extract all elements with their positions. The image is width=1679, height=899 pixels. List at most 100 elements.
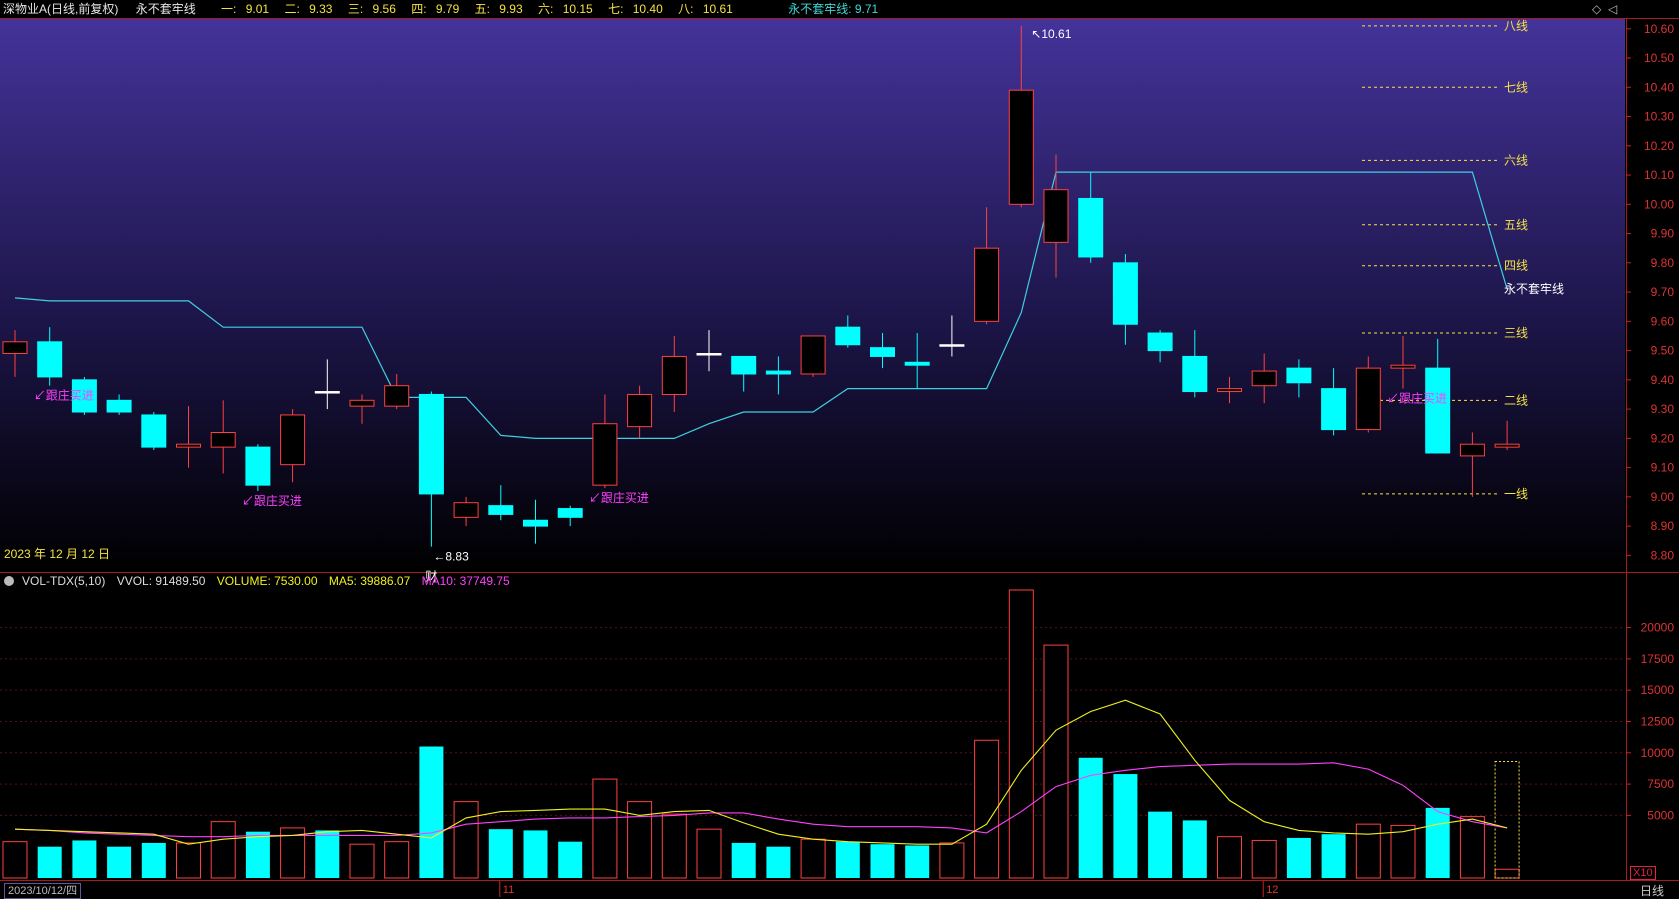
month-label: 12 [1266,884,1278,896]
candle-body [210,432,236,448]
price-tick-label: 9.10 [1651,461,1675,475]
frame-bottom [0,880,1679,881]
volume-bar [72,840,97,878]
candle-body [974,247,1000,322]
candle-body [731,355,757,375]
volume-bar [2,841,28,879]
volume-bar [1286,837,1311,878]
price-tick-label: 9.50 [1651,344,1675,358]
volume-tick-label: 5000 [1647,808,1674,822]
volume-bar [661,813,687,879]
volume-bar [523,830,548,878]
vvol-value: VVOL: 91489.50 [116,574,206,588]
price-tick-label: 9.30 [1651,402,1675,416]
max-price-label: ↖10.61 [1031,27,1071,41]
price-tick-label: 9.60 [1651,314,1675,328]
level-line-label: 四线 [1504,259,1528,273]
candle-body [557,508,583,518]
scale-badge[interactable]: X10 [1630,866,1656,880]
volume-indicator-name[interactable]: VOL-TDX(5,10) [22,574,105,588]
candle-body [280,414,306,466]
stock-chart-window: 深物业A(日线,前复权) 永不套牢线 一: 9.01 二: 9.33 三: 9.… [0,0,1679,899]
volume-bar [1251,839,1277,879]
candle-body [314,391,340,394]
candle-body [1112,262,1138,325]
volume-bar [731,842,756,878]
settings-icon[interactable] [4,576,14,586]
volume-bar [141,842,166,878]
candle-body [141,414,167,448]
candle-body [349,399,375,407]
candle-body [1182,355,1208,393]
volume-bar [1217,836,1242,879]
volume-bar [1321,834,1346,878]
candle-body [1008,89,1034,205]
volume-bar [488,829,513,878]
price-tick-label: 10.30 [1644,110,1674,124]
volume-header: VOL-TDX(5,10) VVOL: 91489.50 VOLUME: 753… [0,573,518,589]
price-tick-label: 9.40 [1651,373,1675,387]
candle-body [1078,197,1104,258]
buy-signal-label: ↙跟庄买进 [242,493,302,508]
ma10-line [14,762,1508,838]
candle-body [1251,370,1277,387]
candle-body [106,399,132,413]
candle-body [1425,367,1451,454]
volume-bar [1390,824,1416,879]
chart-canvas[interactable]: 10.60 10.50 10.40 10.30 10.20 10.10 10.00 9.90 9… [0,0,1679,897]
candle [245,444,271,492]
candle-body [661,355,687,395]
candle [1355,356,1381,433]
candle-body [1355,367,1381,431]
candle-body [835,326,861,346]
candle-body [592,423,618,486]
volume-tick-label: 7500 [1647,777,1674,791]
volume-bar [1355,823,1381,879]
candle-body [696,353,722,356]
volume-bar [210,821,236,879]
candle-body [1321,388,1347,431]
price-tick-label: 8.90 [1651,519,1675,533]
volume-bar [974,739,1000,879]
candle-body [418,393,444,495]
volume-value: VOLUME: 7530.00 [216,574,318,588]
price-tick-label: 10.10 [1644,168,1674,182]
candle-body [523,519,548,527]
candle-body [1286,367,1312,384]
candle-body [37,341,63,378]
candle-body [245,446,271,486]
volume-bar [1459,816,1485,879]
volume-bar [592,778,618,879]
level-line-label: 一线 [1504,487,1528,501]
yb-line-label: 永不套牢线 [1504,281,1564,296]
price-tick-label: 9.80 [1651,256,1675,270]
candle [141,412,167,451]
volume-tick-label: 10000 [1641,746,1675,760]
volume-bar [37,846,62,878]
volume-bar [453,801,479,879]
price-tick-label: 10.40 [1644,80,1674,94]
volume-bar [107,846,132,878]
volume-bar [696,828,722,879]
buy-signal-label: ↙跟庄买进 [1387,391,1447,406]
volume-bar [1043,644,1069,879]
candle-body [488,505,514,515]
price-tick-label: 9.00 [1651,490,1675,504]
volume-bar [939,842,965,879]
candle-body [1217,388,1242,393]
volume-bar [766,846,791,878]
volume-tick-label: 20000 [1641,621,1675,635]
level-line-label: 五线 [1504,218,1528,232]
price-tick-label: 10.50 [1644,51,1674,65]
price-tick-label: 9.70 [1651,285,1675,299]
ma5-value: MA5: 39886.07 [328,574,411,588]
volume-bar [627,801,653,879]
candle-body [1043,189,1069,243]
volume-bar [905,845,930,878]
volume-bar [558,841,583,878]
candle [800,335,826,377]
candle-body [453,502,479,518]
current-volume-frame [1494,761,1520,879]
period-button[interactable]: 日线 [1640,882,1664,899]
volume-bar [835,841,860,878]
